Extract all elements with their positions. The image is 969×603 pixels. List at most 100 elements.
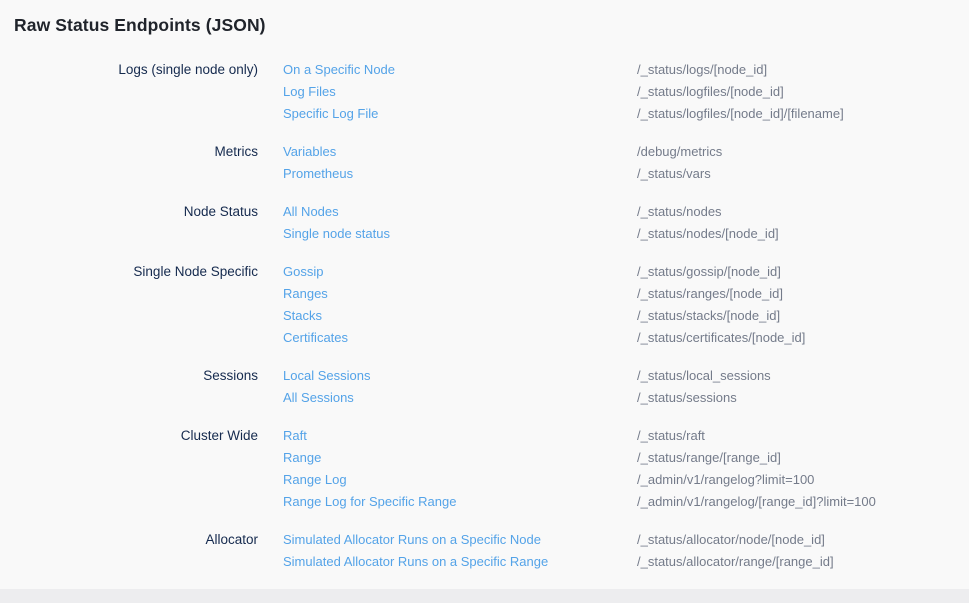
bottom-strip — [0, 589, 969, 603]
endpoint-link-cell: All Sessions — [258, 387, 637, 409]
endpoint-link[interactable]: Prometheus — [283, 166, 353, 181]
section-entries: Simulated Allocator Runs on a Specific N… — [258, 529, 955, 573]
endpoint-link-cell: Stacks — [258, 305, 637, 327]
section-label: Logs (single node only) — [14, 59, 258, 81]
endpoint-link-cell: Single node status — [258, 223, 637, 245]
section-label: Allocator — [14, 529, 258, 551]
endpoint-link[interactable]: Range Log for Specific Range — [283, 494, 456, 509]
endpoint-path: /_status/allocator/range/[range_id] — [637, 551, 955, 573]
endpoint-path: /debug/metrics — [637, 141, 955, 163]
endpoint-path: /_status/gossip/[node_id] — [637, 261, 955, 283]
endpoint-link-cell: Range Log — [258, 469, 637, 491]
section-label: Metrics — [14, 141, 258, 163]
endpoint-path: /_status/logfiles/[node_id]/[filename] — [637, 103, 955, 125]
section-entries: Raft /_status/raft Range /_status/range/[ra… — [258, 425, 955, 513]
page-content: Raw Status Endpoints (JSON) Logs (single… — [0, 0, 969, 573]
endpoint-row: All Sessions /_status/sessions — [258, 387, 955, 409]
endpoint-link-cell: Prometheus — [258, 163, 637, 185]
endpoint-section: Sessions Local Sessions /_status/local_se… — [14, 365, 955, 409]
endpoint-section: Logs (single node only) On a Specific No… — [14, 59, 955, 125]
endpoint-link[interactable]: Single node status — [283, 226, 390, 241]
endpoint-row: Range Log /_admin/v1/rangelog?limit=100 — [258, 469, 955, 491]
endpoint-section: Node Status All Nodes/_status/nodesSingl… — [14, 201, 955, 245]
section-label: Single Node Specific — [14, 261, 258, 283]
endpoint-row: Variables/debug/metrics — [258, 141, 955, 163]
endpoint-link[interactable]: Variables — [283, 144, 336, 159]
endpoint-link[interactable]: Certificates — [283, 330, 348, 345]
endpoint-link[interactable]: Stacks — [283, 308, 322, 323]
endpoint-path: /_status/nodes — [637, 201, 955, 223]
endpoint-section: Cluster Wide Raft /_status/raft Range /_sta… — [14, 425, 955, 513]
endpoint-path: /_admin/v1/rangelog?limit=100 — [637, 469, 955, 491]
endpoints-table: Logs (single node only) On a Specific No… — [14, 59, 955, 573]
debug-page: Raw Status Endpoints (JSON) Logs (single… — [0, 0, 969, 603]
endpoint-link-cell: Raft — [258, 425, 637, 447]
endpoint-link-cell: Variables — [258, 141, 637, 163]
endpoint-row: Certificates /_status/certificates/[node_… — [258, 327, 955, 349]
endpoint-row: Ranges /_status/ranges/[node_id] — [258, 283, 955, 305]
endpoint-path: /_status/allocator/node/[node_id] — [637, 529, 955, 551]
endpoint-path: /_status/sessions — [637, 387, 955, 409]
endpoint-link-cell: Range Log for Specific Range — [258, 491, 637, 513]
endpoint-link-cell: On a Specific Node — [258, 59, 637, 81]
endpoint-row: Specific Log File /_status/logfiles/[node… — [258, 103, 955, 125]
endpoint-row: Range Log for Specific Range /_admin/v1/r… — [258, 491, 955, 513]
endpoint-path: /_status/local_sessions — [637, 365, 955, 387]
endpoint-link[interactable]: Specific Log File — [283, 106, 378, 121]
endpoint-link[interactable]: Raft — [283, 428, 307, 443]
endpoint-link[interactable]: All Nodes — [283, 204, 339, 219]
endpoint-link[interactable]: On a Specific Node — [283, 62, 395, 77]
endpoint-link[interactable]: Local Sessions — [283, 368, 370, 383]
endpoint-link-cell: Local Sessions — [258, 365, 637, 387]
endpoint-link-cell: Ranges — [258, 283, 637, 305]
endpoint-link[interactable]: Range — [283, 450, 321, 465]
endpoint-link[interactable]: Ranges — [283, 286, 328, 301]
endpoint-row: Single node status/_status/nodes/[node_i… — [258, 223, 955, 245]
section-entries: On a Specific Node /_status/logs/[node_id… — [258, 59, 955, 125]
endpoint-section: Single Node Specific Gossip /_status/goss… — [14, 261, 955, 349]
endpoint-link[interactable]: Simulated Allocator Runs on a Specific N… — [283, 532, 541, 547]
endpoint-row: Gossip /_status/gossip/[node_id] — [258, 261, 955, 283]
endpoint-link[interactable]: Simulated Allocator Runs on a Specific R… — [283, 554, 548, 569]
endpoint-path: /_status/range/[range_id] — [637, 447, 955, 469]
endpoint-link-cell: Certificates — [258, 327, 637, 349]
endpoint-path: /_admin/v1/rangelog/[range_id]?limit=100 — [637, 491, 955, 513]
endpoint-link-cell: Range — [258, 447, 637, 469]
endpoint-link-cell: Specific Log File — [258, 103, 637, 125]
endpoint-link-cell: Simulated Allocator Runs on a Specific R… — [258, 551, 637, 573]
endpoint-link[interactable]: Gossip — [283, 264, 323, 279]
endpoint-row: All Nodes /_status/nodes — [258, 201, 955, 223]
endpoint-link[interactable]: Range Log — [283, 472, 347, 487]
endpoint-row: Simulated Allocator Runs on a Specific N… — [258, 529, 955, 551]
endpoint-row: Stacks /_status/stacks/[node_id] — [258, 305, 955, 327]
endpoint-path: /_status/logs/[node_id] — [637, 59, 955, 81]
page-title: Raw Status Endpoints (JSON) — [14, 13, 955, 37]
endpoint-path: /_status/raft — [637, 425, 955, 447]
section-label: Cluster Wide — [14, 425, 258, 447]
endpoint-row: Range /_status/range/[range_id] — [258, 447, 955, 469]
endpoint-link[interactable]: Log Files — [283, 84, 336, 99]
endpoint-row: Log Files /_status/logfiles/[node_id] — [258, 81, 955, 103]
section-entries: Local Sessions/_status/local_sessionsAll… — [258, 365, 955, 409]
endpoint-path: /_status/certificates/[node_id] — [637, 327, 955, 349]
endpoint-path: /_status/stacks/[node_id] — [637, 305, 955, 327]
section-entries: Variables/debug/metrics Prometheus /_statu… — [258, 141, 955, 185]
endpoint-row: On a Specific Node /_status/logs/[node_id… — [258, 59, 955, 81]
endpoint-link-cell: Simulated Allocator Runs on a Specific N… — [258, 529, 637, 551]
endpoint-link-cell: All Nodes — [258, 201, 637, 223]
endpoint-row: Raft /_status/raft — [258, 425, 955, 447]
endpoint-section: Metrics Variables/debug/metricsPrometheu… — [14, 141, 955, 185]
section-label: Sessions — [14, 365, 258, 387]
endpoint-section: Allocator Simulated Allocator Runs on a … — [14, 529, 955, 573]
endpoint-link-cell: Log Files — [258, 81, 637, 103]
endpoint-row: Prometheus /_status/vars — [258, 163, 955, 185]
endpoint-row: Local Sessions /_status/local_sessions — [258, 365, 955, 387]
endpoint-path: /_status/vars — [637, 163, 955, 185]
endpoint-row: Simulated Allocator Runs on a Specific R… — [258, 551, 955, 573]
endpoint-path: /_status/logfiles/[node_id] — [637, 81, 955, 103]
endpoint-link-cell: Gossip — [258, 261, 637, 283]
section-label: Node Status — [14, 201, 258, 223]
section-entries: All Nodes/_status/nodesSingle node statu… — [258, 201, 955, 245]
endpoint-link[interactable]: All Sessions — [283, 390, 354, 405]
endpoint-path: /_status/ranges/[node_id] — [637, 283, 955, 305]
